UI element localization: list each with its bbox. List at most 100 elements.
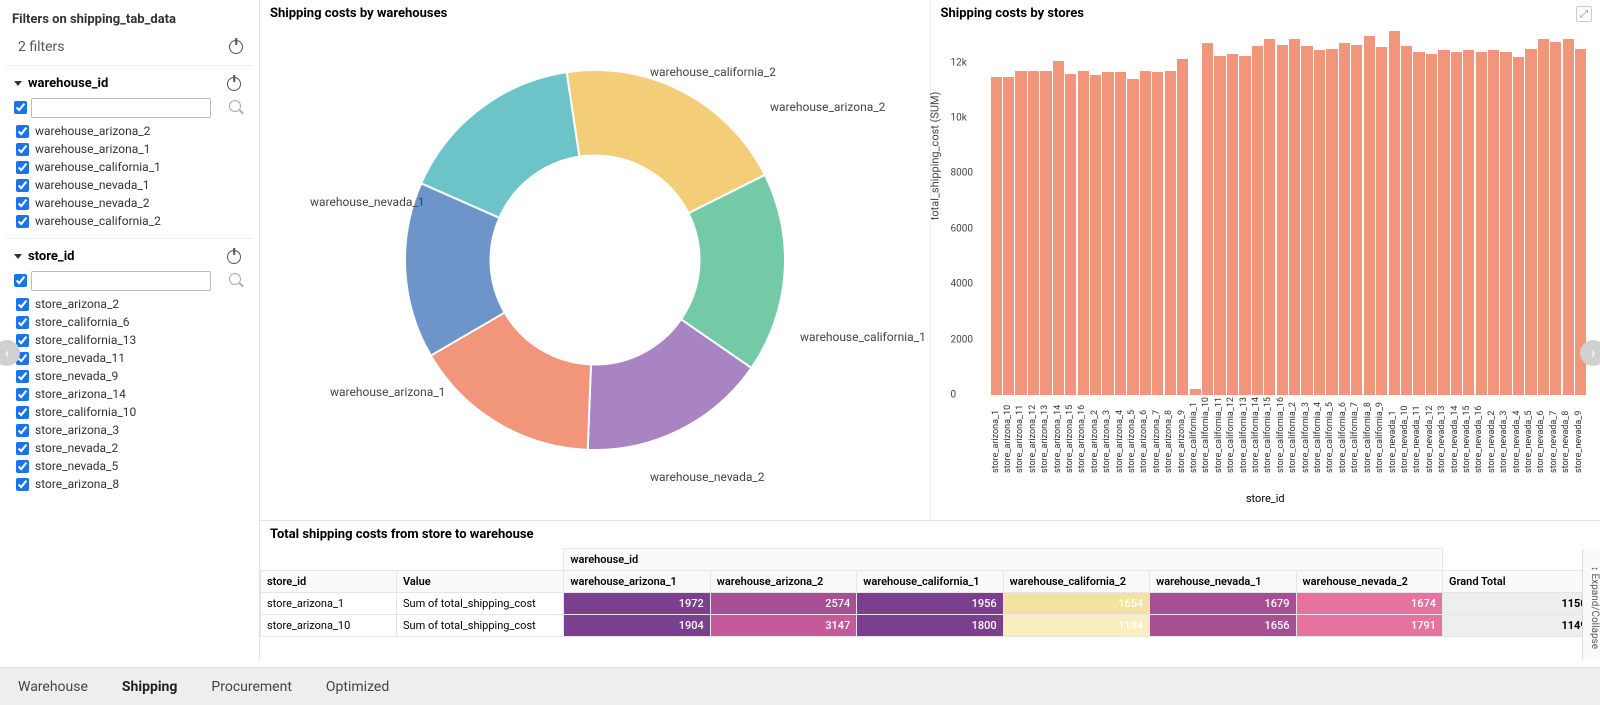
expand-chart-icon[interactable]: ⤢ [1576, 6, 1592, 22]
bar[interactable] [1525, 49, 1536, 395]
bar[interactable] [1264, 39, 1275, 395]
bar[interactable] [1115, 72, 1126, 395]
filter-group-power-icon[interactable] [227, 250, 241, 264]
filter-item[interactable]: store_arizona_8 [10, 475, 249, 493]
filter-item[interactable]: warehouse_arizona_2 [10, 122, 249, 140]
pivot-col-header[interactable]: warehouse_california_2 [1003, 571, 1149, 593]
bar[interactable] [1488, 50, 1499, 395]
pivot-col-header[interactable]: warehouse_arizona_2 [710, 571, 856, 593]
bar[interactable] [1202, 43, 1213, 395]
filter-item[interactable]: store_arizona_3 [10, 421, 249, 439]
bar[interactable] [1438, 50, 1449, 395]
bar[interactable] [1364, 36, 1375, 395]
bar[interactable] [1028, 71, 1039, 395]
filter-item-checkbox[interactable] [16, 197, 29, 210]
bar[interactable] [1289, 39, 1300, 395]
filter-search-input[interactable] [31, 271, 211, 291]
bar[interactable] [1538, 39, 1549, 395]
bar[interactable] [1140, 71, 1151, 395]
bar[interactable] [1127, 79, 1138, 395]
bar[interactable] [1351, 45, 1362, 395]
bar[interactable] [1513, 57, 1524, 395]
bar[interactable] [1500, 52, 1511, 395]
bar[interactable] [1053, 61, 1064, 395]
filter-group-power-icon[interactable] [227, 77, 241, 91]
filter-item-checkbox[interactable] [16, 215, 29, 228]
bar[interactable] [1239, 56, 1250, 395]
bar[interactable] [1252, 46, 1263, 395]
bar[interactable] [1152, 72, 1163, 395]
filter-search-input[interactable] [31, 98, 211, 118]
filters-toggle-all-icon[interactable] [229, 40, 243, 54]
bar[interactable] [1476, 52, 1487, 395]
bar[interactable] [1401, 46, 1412, 395]
pivot-col-header[interactable]: warehouse_arizona_1 [564, 571, 710, 593]
filter-item-checkbox[interactable] [16, 298, 29, 311]
bar[interactable] [1426, 54, 1437, 395]
pivot-col-header[interactable]: warehouse_nevada_2 [1296, 571, 1442, 593]
filter-item[interactable]: warehouse_nevada_2 [10, 194, 249, 212]
bar[interactable] [1301, 46, 1312, 395]
bar[interactable] [1376, 47, 1387, 395]
bar[interactable] [1277, 45, 1288, 395]
filter-item[interactable]: store_nevada_2 [10, 439, 249, 457]
bar[interactable] [1463, 50, 1474, 395]
bar[interactable] [1563, 39, 1574, 395]
filter-select-all-checkbox[interactable] [14, 274, 27, 287]
bar[interactable] [1003, 77, 1014, 395]
bar[interactable] [1214, 56, 1225, 395]
bar[interactable] [1339, 43, 1350, 395]
filter-item-checkbox[interactable] [16, 143, 29, 156]
filter-item[interactable]: store_nevada_5 [10, 457, 249, 475]
filter-item-checkbox[interactable] [16, 406, 29, 419]
filter-item-checkbox[interactable] [16, 442, 29, 455]
bar[interactable] [1389, 31, 1400, 395]
bar[interactable] [1190, 389, 1201, 395]
bar[interactable] [1090, 75, 1101, 395]
pivot-col-header[interactable]: warehouse_nevada_1 [1150, 571, 1296, 593]
bar[interactable] [991, 77, 1002, 395]
bar[interactable] [1314, 50, 1325, 395]
filter-item[interactable]: warehouse_california_1 [10, 158, 249, 176]
next-page-button[interactable]: › [1580, 340, 1600, 366]
filter-item-checkbox[interactable] [16, 388, 29, 401]
filter-item[interactable]: store_california_13 [10, 331, 249, 349]
bar[interactable] [1177, 59, 1188, 395]
filter-item-checkbox[interactable] [16, 125, 29, 138]
filter-item[interactable]: store_nevada_11 [10, 349, 249, 367]
bar[interactable] [1227, 54, 1238, 395]
filter-item[interactable]: warehouse_arizona_1 [10, 140, 249, 158]
filter-item[interactable]: warehouse_nevada_1 [10, 176, 249, 194]
bar[interactable] [1078, 71, 1089, 395]
pivot-col-value[interactable]: Value [396, 571, 563, 593]
bar[interactable] [1550, 42, 1561, 395]
bar[interactable] [1015, 71, 1026, 395]
dashboard-tab[interactable]: Warehouse [14, 673, 92, 701]
dashboard-tab[interactable]: Optimized [322, 673, 393, 701]
filter-group-toggle[interactable]: warehouse_id [14, 76, 108, 91]
filter-select-all-checkbox[interactable] [14, 101, 27, 114]
bar[interactable] [1165, 71, 1176, 395]
filter-item-checkbox[interactable] [16, 478, 29, 491]
filter-item-checkbox[interactable] [16, 424, 29, 437]
filter-item[interactable]: store_california_6 [10, 313, 249, 331]
filter-item-checkbox[interactable] [16, 161, 29, 174]
dashboard-tab[interactable]: Shipping [118, 673, 181, 701]
filter-item-checkbox[interactable] [16, 316, 29, 329]
filter-item-checkbox[interactable] [16, 460, 29, 473]
dashboard-tab[interactable]: Procurement [207, 673, 296, 701]
filter-item[interactable]: store_nevada_9 [10, 367, 249, 385]
filter-item-checkbox[interactable] [16, 370, 29, 383]
filter-item[interactable]: warehouse_california_2 [10, 212, 249, 230]
bar[interactable] [1451, 52, 1462, 395]
expand-collapse-button[interactable]: ↕ Expand/Collapse [1582, 549, 1600, 660]
filter-item[interactable]: store_arizona_14 [10, 385, 249, 403]
bar[interactable] [1413, 52, 1424, 395]
bar[interactable] [1040, 71, 1051, 395]
bar[interactable] [1326, 49, 1337, 395]
filter-group-toggle[interactable]: store_id [14, 249, 74, 264]
filter-item[interactable]: store_arizona_2 [10, 295, 249, 313]
pivot-col-store[interactable]: store_id [261, 571, 397, 593]
bar[interactable] [1065, 74, 1076, 395]
pivot-col-grandtotal[interactable]: Grand Total [1443, 571, 1600, 593]
